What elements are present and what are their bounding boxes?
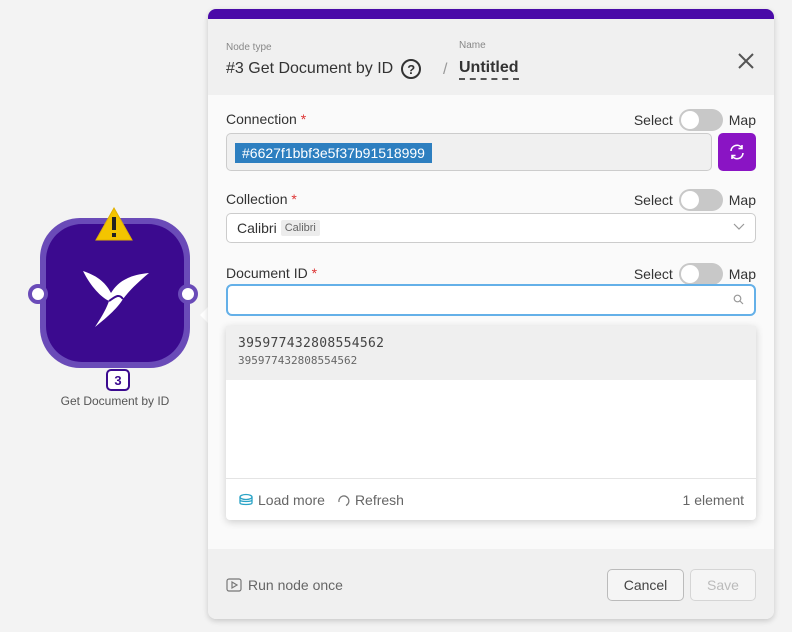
document-id-dropdown: 395977432808554562 395977432808554562 Lo… bbox=[226, 326, 756, 520]
name-section: Name Untitled bbox=[459, 40, 519, 80]
bird-icon bbox=[83, 271, 149, 327]
save-button[interactable]: Save bbox=[690, 569, 756, 601]
connection-value: #6627f1bbf3e5f37b91518999 bbox=[235, 143, 432, 163]
toggle-switch[interactable] bbox=[678, 189, 723, 211]
play-icon bbox=[226, 578, 242, 592]
node-output-port[interactable] bbox=[178, 284, 198, 304]
search-icon bbox=[733, 294, 744, 305]
close-icon[interactable] bbox=[736, 51, 756, 71]
connection-field: Connection * Select Map #6627f1bbf3e5f37… bbox=[226, 109, 756, 171]
toggle-switch[interactable] bbox=[678, 109, 723, 131]
refresh-connection-button[interactable] bbox=[718, 133, 756, 171]
element-count: 1 element bbox=[682, 491, 744, 508]
list-item-sublabel: 395977432808554562 bbox=[238, 354, 358, 367]
header-separator: / bbox=[443, 61, 448, 78]
connection-label: Connection * bbox=[226, 111, 307, 127]
chevron-down-icon bbox=[733, 223, 745, 230]
panel-accent-bar bbox=[208, 9, 774, 19]
document-id-map-toggle[interactable]: Select Map bbox=[634, 263, 756, 285]
node-body[interactable] bbox=[46, 224, 184, 362]
document-id-field: Document ID * Select Map bbox=[226, 263, 756, 316]
node-type-value: #3 Get Document by ID bbox=[226, 60, 394, 77]
refresh-icon bbox=[338, 494, 350, 506]
collection-tag: Calibri bbox=[280, 220, 320, 236]
document-id-label: Document ID * bbox=[226, 265, 318, 281]
node-input-port[interactable] bbox=[28, 284, 48, 304]
node-name-link[interactable]: Untitled bbox=[459, 59, 519, 80]
toggle-switch[interactable] bbox=[678, 263, 723, 285]
load-more-button[interactable]: Load more bbox=[238, 492, 325, 508]
panel-header: Node type #3 Get Document by ID ? / Name… bbox=[208, 19, 774, 95]
cancel-button[interactable]: Cancel bbox=[607, 569, 684, 601]
collection-map-toggle[interactable]: Select Map bbox=[634, 189, 756, 211]
list-item[interactable]: 395977432808554562 395977432808554562 bbox=[226, 326, 756, 380]
document-id-search-input[interactable] bbox=[226, 284, 756, 316]
run-node-once-button[interactable]: Run node once bbox=[226, 577, 343, 593]
warning-triangle-icon bbox=[95, 206, 133, 241]
refresh-button[interactable]: Refresh bbox=[337, 492, 404, 508]
node-label: Get Document by ID bbox=[60, 394, 170, 408]
list-item-value: 395977432808554562 bbox=[238, 336, 385, 351]
scenario-node[interactable]: 3 Get Document by ID bbox=[24, 206, 206, 416]
collection-select[interactable]: Calibri Calibri bbox=[226, 213, 756, 243]
collection-value: Calibri bbox=[237, 220, 277, 236]
load-more-icon bbox=[239, 493, 253, 505]
help-icon[interactable]: ? bbox=[401, 59, 422, 79]
node-number-badge: 3 bbox=[106, 369, 130, 391]
dropdown-footer: Load more Refresh 1 element bbox=[226, 478, 756, 520]
collection-label: Collection * bbox=[226, 191, 297, 207]
collection-field: Collection * Select Map Calibri Calibri bbox=[226, 189, 756, 243]
name-label: Name bbox=[459, 40, 486, 51]
refresh-icon bbox=[730, 144, 744, 160]
node-settings-panel: Node type #3 Get Document by ID ? / Name… bbox=[208, 9, 774, 619]
node-type-section: Node type #3 Get Document by ID ? bbox=[226, 42, 422, 79]
panel-footer: Run node once Cancel Save bbox=[208, 549, 774, 619]
connection-map-toggle[interactable]: Select Map bbox=[634, 109, 756, 131]
node-type-label: Node type bbox=[226, 42, 272, 53]
connection-select[interactable]: #6627f1bbf3e5f37b91518999 bbox=[226, 133, 712, 171]
